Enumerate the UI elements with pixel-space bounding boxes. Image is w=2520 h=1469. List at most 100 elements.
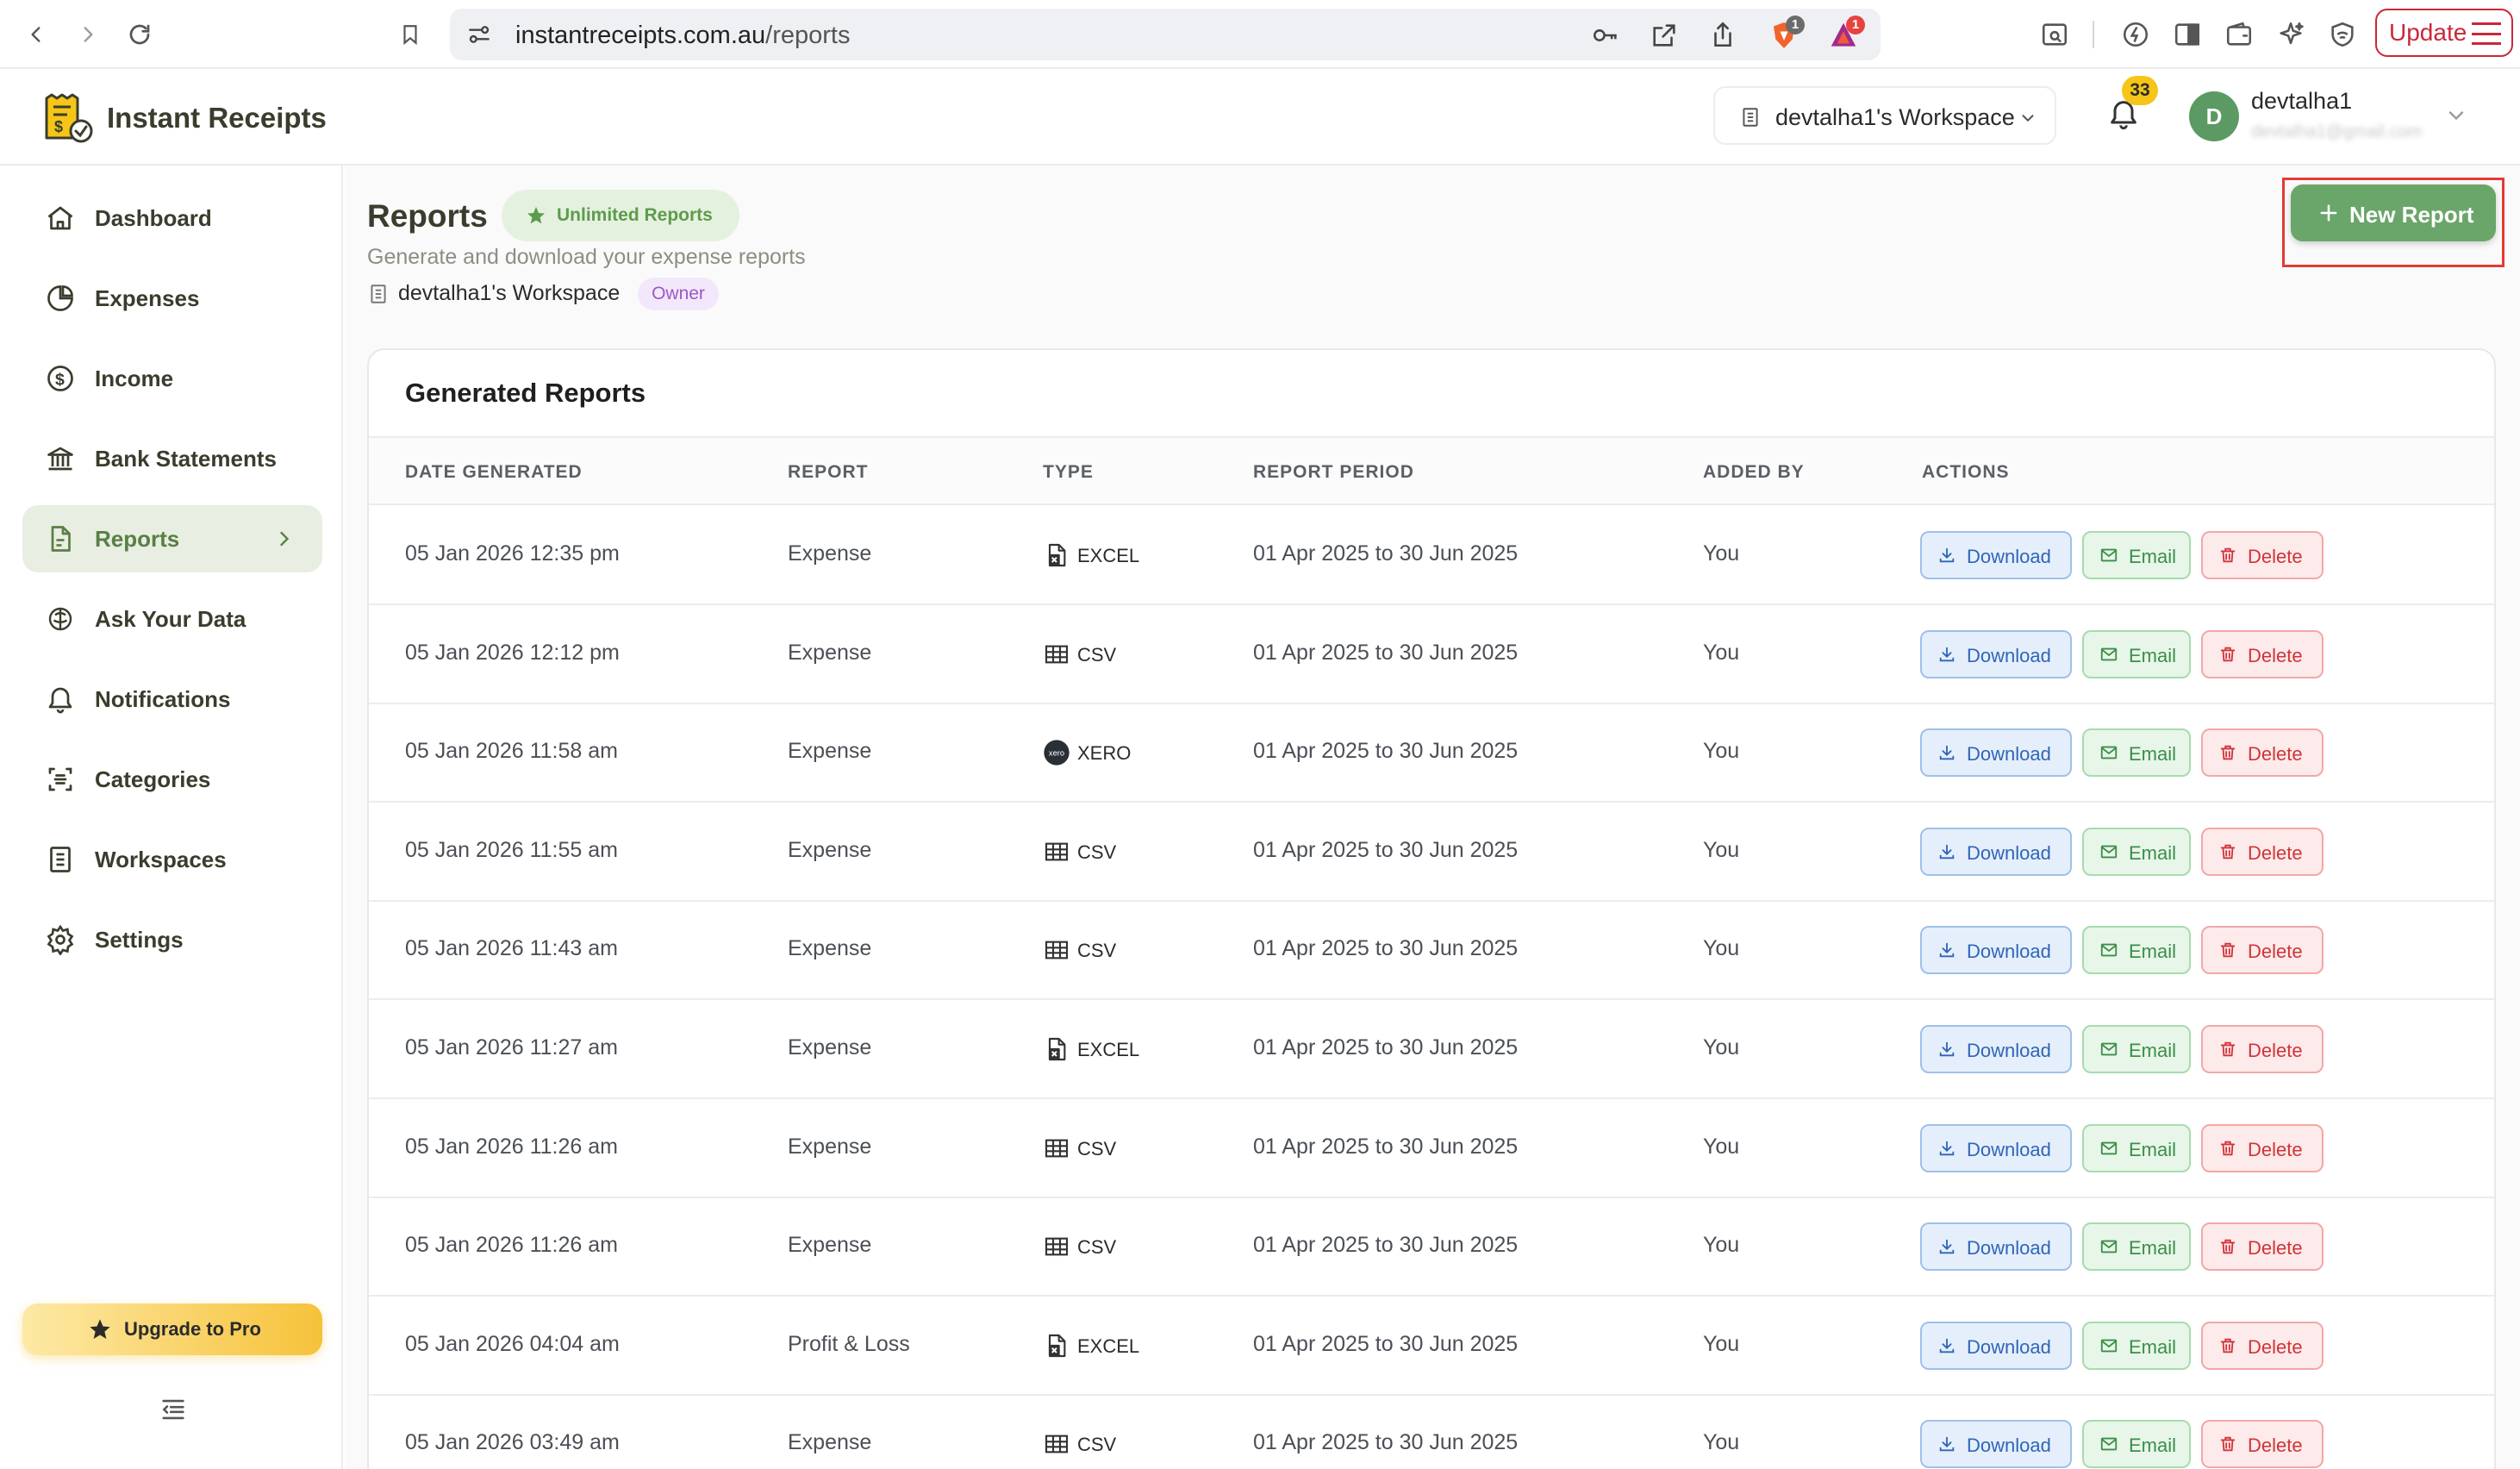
delete-button[interactable]: Delete [2201,728,2324,778]
sidebar-item-bank-statements[interactable]: Bank Statements [22,425,322,492]
badge-label: Unlimited Reports [557,205,713,225]
download-button[interactable]: Download [1920,1420,2072,1469]
reader-mode-icon[interactable] [2037,17,2072,52]
brand-name[interactable]: Instant Receipts [107,102,327,134]
added-by-cell: You [1703,837,1740,862]
trash-icon [2218,1139,2237,1158]
current-workspace-label: devtalha1's Workspace [398,281,621,305]
table-row: 05 Jan 2026 11:43 am Expense CSV 01 Apr 202… [369,902,2494,1001]
delete-button[interactable]: Delete [2201,629,2324,678]
download-button[interactable]: Download [1920,531,2072,579]
speedreader-icon[interactable] [2118,17,2153,52]
download-button[interactable]: Download [1920,1123,2072,1172]
sidebar-item-reports[interactable]: Reports [22,505,322,572]
table-row: 05 Jan 2026 11:27 am Expense EXCEL 01 Apr 2… [369,1001,2494,1099]
mail-icon [2099,1237,2118,1256]
collapse-sidebar-icon[interactable] [159,1395,188,1424]
forward-icon[interactable] [71,17,105,52]
trash-icon [2218,743,2237,762]
delete-button[interactable]: Delete [2201,1420,2324,1469]
download-icon [1937,1139,1956,1158]
download-icon [1937,1040,1956,1059]
new-report-button[interactable]: New Report [2291,184,2496,241]
date-generated-cell: 05 Jan 2026 11:55 am [405,837,618,862]
email-button[interactable]: Email [2082,827,2191,876]
sidebar-item-dashboard[interactable]: Dashboard [22,184,322,252]
delete-label: Delete [2248,1335,2303,1358]
sidebar-item-notifications[interactable]: Notifications [22,666,322,733]
report-cell: Expense [788,1035,872,1060]
email-button[interactable]: Email [2082,1222,2191,1272]
report-period-cell: 01 Apr 2025 to 30 Jun 2025 [1253,1134,1519,1159]
delete-button[interactable]: Delete [2201,827,2324,876]
download-label: Download [1967,644,2051,666]
user-menu-chevron-icon[interactable] [2444,103,2468,128]
email-button[interactable]: Email [2082,926,2191,975]
mail-icon [2099,842,2118,861]
sidebar-item-income[interactable]: $ Income [22,345,322,412]
user-name[interactable]: devtalha1 [2251,88,2352,115]
wallet-icon[interactable] [2222,17,2256,52]
download-button[interactable]: Download [1920,1025,2072,1073]
delete-button[interactable]: Delete [2201,1321,2324,1370]
sidebar-item-settings[interactable]: Settings [22,906,322,973]
avatar[interactable]: D [2189,91,2239,141]
receipt-logo-icon[interactable]: $ [41,91,95,145]
download-icon [1937,645,1956,664]
sidebar-item-workspaces[interactable]: Workspaces [22,826,322,893]
date-generated-cell: 05 Jan 2026 11:27 am [405,1035,618,1060]
address-bar[interactable]: instantreceipts.com.au/reports 1 1 [450,9,1881,60]
delete-button[interactable]: Delete [2201,1025,2324,1073]
delete-label: Delete [2248,1040,2303,1061]
download-button[interactable]: Download [1920,1222,2072,1272]
sidebar-toggle-icon[interactable] [2170,17,2205,52]
delete-label: Delete [2248,941,2303,963]
download-button[interactable]: Download [1920,1321,2072,1370]
key-icon[interactable] [1591,21,1620,50]
delete-button[interactable]: Delete [2201,926,2324,975]
download-button[interactable]: Download [1920,728,2072,778]
email-button[interactable]: Email [2082,1025,2191,1073]
csv-table-icon [1043,1135,1070,1162]
sidebar-item-ask-your-data[interactable]: Ask Your Data [22,585,322,653]
email-label: Email [2129,941,2177,963]
email-button[interactable]: Email [2082,1321,2191,1370]
page-subtitle: Generate and download your expense repor… [367,245,806,269]
share-icon[interactable] [1708,19,1737,50]
back-icon[interactable] [19,17,53,52]
bookmark-icon[interactable] [393,17,427,52]
site-settings-icon[interactable] [465,21,493,48]
building-icon [45,844,76,875]
leo-ai-icon[interactable] [2274,17,2308,52]
generated-reports-card: Generated Reports DATE GENERATED REPORT … [367,348,2496,1469]
download-button[interactable]: Download [1920,827,2072,876]
email-button[interactable]: Email [2082,728,2191,778]
delete-label: Delete [2248,1435,2303,1457]
open-external-icon[interactable] [1650,21,1679,50]
download-button[interactable]: Download [1920,629,2072,678]
update-button[interactable]: Update [2375,9,2513,57]
csv-table-icon [1043,1430,1070,1458]
table-row: 05 Jan 2026 11:58 am Expense xero XERO 01 Ap… [369,704,2494,803]
sidebar-item-categories[interactable]: Categories [22,746,322,813]
email-button[interactable]: Email [2082,531,2191,579]
vpn-shield-icon[interactable] [2325,17,2360,52]
menu-icon [2472,22,2501,45]
delete-button[interactable]: Delete [2201,1123,2324,1172]
report-period-cell: 01 Apr 2025 to 30 Jun 2025 [1253,936,1519,961]
brave-shield-icon[interactable]: 1 [1768,16,1805,52]
upgrade-to-pro-button[interactable]: Upgrade to Pro [22,1303,322,1355]
svg-text:$: $ [55,371,65,390]
table-row: 05 Jan 2026 12:12 pm Expense CSV 01 Apr 202… [369,606,2494,704]
email-button[interactable]: Email [2082,629,2191,678]
email-button[interactable]: Email [2082,1420,2191,1469]
reload-icon[interactable] [122,17,157,52]
email-button[interactable]: Email [2082,1123,2191,1172]
workspace-selector[interactable]: devtalha1's Workspace [1713,86,2056,145]
date-generated-cell: 05 Jan 2026 11:26 am [405,1134,618,1159]
sidebar-item-expenses[interactable]: Expenses [22,265,322,332]
delete-button[interactable]: Delete [2201,531,2324,579]
delete-button[interactable]: Delete [2201,1222,2324,1272]
download-button[interactable]: Download [1920,926,2072,975]
brave-rewards-icon[interactable]: 1 [1827,16,1865,52]
